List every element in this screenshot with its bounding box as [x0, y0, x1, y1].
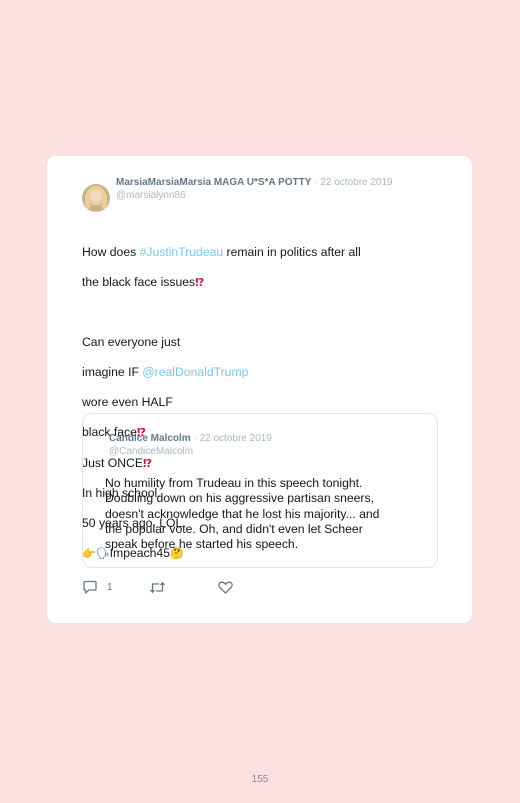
- tweet-text-segment: How does: [82, 244, 140, 259]
- like-button[interactable]: [218, 579, 233, 595]
- quoted-line: the popular vote. Oh, and didn't even le…: [105, 521, 363, 536]
- tweet-text-segment: remain in politics after all: [223, 244, 361, 259]
- tweet-line: imagine IF @realDonaldTrump: [82, 365, 412, 380]
- quoted-tweet-meta: Candice Malcolm · 22 octobre 2019 @Candi…: [109, 432, 272, 458]
- tweet-actions: 1: [82, 579, 282, 595]
- quoted-line: speak before he started his speech.: [105, 537, 299, 552]
- quoted-line: doesn't acknowledge that he lost his maj…: [105, 506, 380, 521]
- retweet-button[interactable]: [149, 579, 166, 595]
- tweet-line: wore even HALF: [82, 394, 173, 409]
- interrobang-icon: ⁉: [195, 275, 205, 289]
- quoted-line: Doubling down on his aggressive partisan…: [105, 491, 374, 506]
- tweet-text-segment: imagine IF: [82, 365, 143, 380]
- mention-link[interactable]: @realDonaldTrump: [142, 365, 248, 379]
- tweet-date[interactable]: 22 octobre 2019: [320, 177, 392, 188]
- tweet-meta: MarsiaMarsiaMarsia MAGA U*S*A POTTY · 22…: [116, 176, 416, 202]
- quoted-tweet[interactable]: Candice Malcolm · 22 octobre 2019 @Candi…: [82, 413, 438, 568]
- avatar-hair: [85, 186, 107, 212]
- reply-icon: [83, 580, 97, 594]
- reply-button[interactable]: 1: [82, 579, 113, 595]
- author-name[interactable]: MarsiaMarsiaMarsia MAGA U*S*A POTTY: [116, 177, 311, 188]
- tweet-text-segment: the black face issues: [82, 274, 196, 289]
- heart-icon: [218, 581, 233, 594]
- quoted-author-handle[interactable]: @CandiceMalcolm: [109, 445, 272, 458]
- page-number: 155: [251, 774, 269, 785]
- tweet-line: Can everyone just: [82, 335, 181, 350]
- tweet-card: MarsiaMarsiaMarsia MAGA U*S*A POTTY · 22…: [47, 156, 472, 623]
- tweet-line: the black face issues⁉: [82, 275, 412, 291]
- avatar[interactable]: [82, 184, 110, 212]
- hashtag-link[interactable]: #JustinTrudeau: [140, 245, 224, 259]
- quoted-tweet-text: No humility from Trudeau in this speech …: [105, 476, 420, 552]
- quoted-author-name[interactable]: Candice Malcolm: [109, 433, 191, 444]
- quoted-line: No humility from Trudeau in this speech …: [105, 476, 363, 490]
- quoted-tweet-date[interactable]: 22 octobre 2019: [200, 433, 272, 444]
- reply-count: 1: [107, 581, 113, 593]
- tweet-line: How does #JustinTrudeau remain in politi…: [82, 245, 412, 260]
- retweet-icon: [150, 581, 165, 593]
- author-handle[interactable]: @marsialynn86: [116, 189, 416, 202]
